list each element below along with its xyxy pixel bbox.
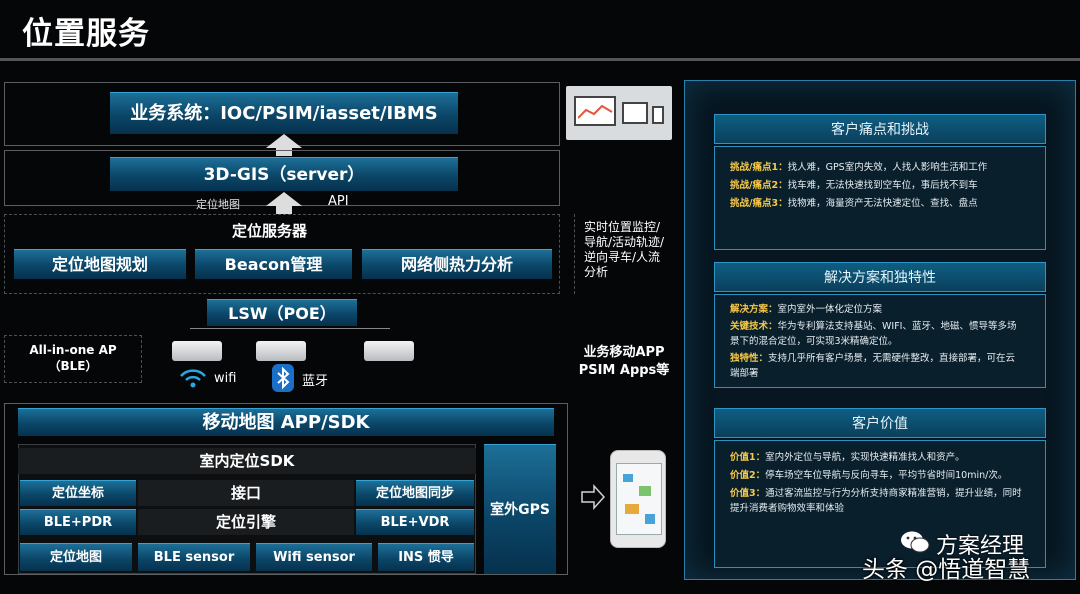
sdk-ins: INS 惯导	[378, 543, 474, 571]
mobile-app-label: 业务移动APP PSIM Apps等	[578, 345, 670, 378]
phone-mockup	[610, 450, 666, 548]
ap-device-1	[172, 341, 222, 361]
pain-point-2: 挑战/痛点2：找车难，无法快速找到空车位，事后找不到车	[730, 180, 978, 191]
arrow-right-icon	[580, 484, 606, 514]
lsw-box: LSW（POE）	[207, 299, 357, 326]
label-api: API	[328, 194, 349, 209]
solution-item-1: 解决方案：室内室外一体化定位方案	[730, 304, 883, 315]
module-heatmap: 网络侧热力分析	[362, 249, 552, 279]
location-server-label: 定位服务器	[232, 222, 308, 240]
sdk-title-box: 移动地图 APP/SDK	[18, 408, 554, 436]
pain-point-3: 挑战/痛点3：找物难，海量资产无法快速定位、查找、盘点	[730, 198, 978, 209]
wifi-label: wifi	[214, 371, 237, 386]
outdoor-gps-box: 室外GPS	[484, 444, 556, 574]
biz-system-box: 业务系统：IOC/PSIM/iasset/IBMS	[110, 92, 458, 134]
dashboard-thumbnail	[566, 86, 672, 140]
label-positioning-map: 定位地图	[196, 198, 240, 211]
sdk-ble-sensor: BLE sensor	[138, 543, 250, 571]
sdk-wifi-sensor: Wifi sensor	[256, 543, 372, 571]
gis-server-box: 3D-GIS（server）	[110, 157, 458, 191]
sdk-map-sync: 定位地图同步	[356, 480, 474, 506]
value-item-3b: 提升消费者购物效率和体验	[730, 503, 845, 514]
pain-points-list: 挑战/痛点1：找人难，GPS室内失效，人找人影响生活和工作 挑战/痛点2：找车难…	[730, 160, 987, 211]
page-title: 位置服务	[22, 16, 150, 52]
value-item-2: 价值2：停车场空车位导航与反向寻车，平均节省时间10min/次。	[730, 470, 1008, 481]
lsw-connector	[190, 328, 390, 342]
module-beacon: Beacon管理	[195, 249, 352, 279]
value-header: 客户价值	[714, 408, 1046, 438]
value-item-3: 价值3：通过客流监控与行为分析支持商家精准营销，提升业绩，同时	[730, 488, 1022, 499]
solution-item-3b: 端部署	[730, 368, 759, 379]
bluetooth-label: 蓝牙	[302, 374, 329, 389]
solution-list: 解决方案：室内室外一体化定位方案 关键技术：华为专利算法支持基站、WIFI、蓝牙…	[730, 302, 1016, 381]
value-list: 价值1：室内外定位与导航，实现快速精准找人和资产。 价值2：停车场空车位导航与反…	[730, 450, 1022, 516]
sdk-interface: 接口	[138, 480, 354, 506]
wifi-icon	[178, 368, 208, 392]
all-in-one-label: All-in-one AP（BLE）	[29, 343, 117, 373]
sdk-ble-pdr: BLE+PDR	[20, 509, 136, 535]
watermark-toutiao: 头条 @悟道智慧	[862, 557, 1031, 583]
value-item-1: 价值1：室内外定位与导航，实现快速精准找人和资产。	[730, 452, 965, 463]
sdk-map: 定位地图	[20, 543, 132, 571]
title-divider	[0, 58, 1080, 61]
sdk-engine: 定位引擎	[138, 509, 354, 535]
bluetooth-icon	[272, 364, 294, 392]
solution-item-2: 关键技术：华为专利算法支持基站、WIFI、蓝牙、地磁、惯导等多场	[730, 321, 1017, 332]
solution-item-2b: 景下的混合定位，可实现3米精确定位。	[730, 336, 898, 347]
realtime-note: 实时位置监控/导航/活动轨迹/逆向寻车/人流分析	[584, 220, 665, 279]
indoor-sdk-label: 室内定位SDK	[18, 448, 476, 474]
solution-header: 解决方案和独特性	[714, 262, 1046, 292]
pain-point-1: 挑战/痛点1：找人难，GPS室内失效，人找人影响生活和工作	[730, 162, 988, 173]
sdk-ble-vdr: BLE+VDR	[356, 509, 474, 535]
ap-device-2	[256, 341, 306, 361]
ap-device-3	[364, 341, 414, 361]
arrow-up-2	[266, 192, 302, 214]
solution-item-3: 独特性：支持几乎所有客户场景，无需硬件整改，直接部署，可在云	[730, 353, 1016, 364]
pain-points-header: 客户痛点和挑战	[714, 114, 1046, 144]
module-map-planning: 定位地图规划	[14, 249, 186, 279]
sdk-coordinates: 定位坐标	[20, 480, 136, 506]
